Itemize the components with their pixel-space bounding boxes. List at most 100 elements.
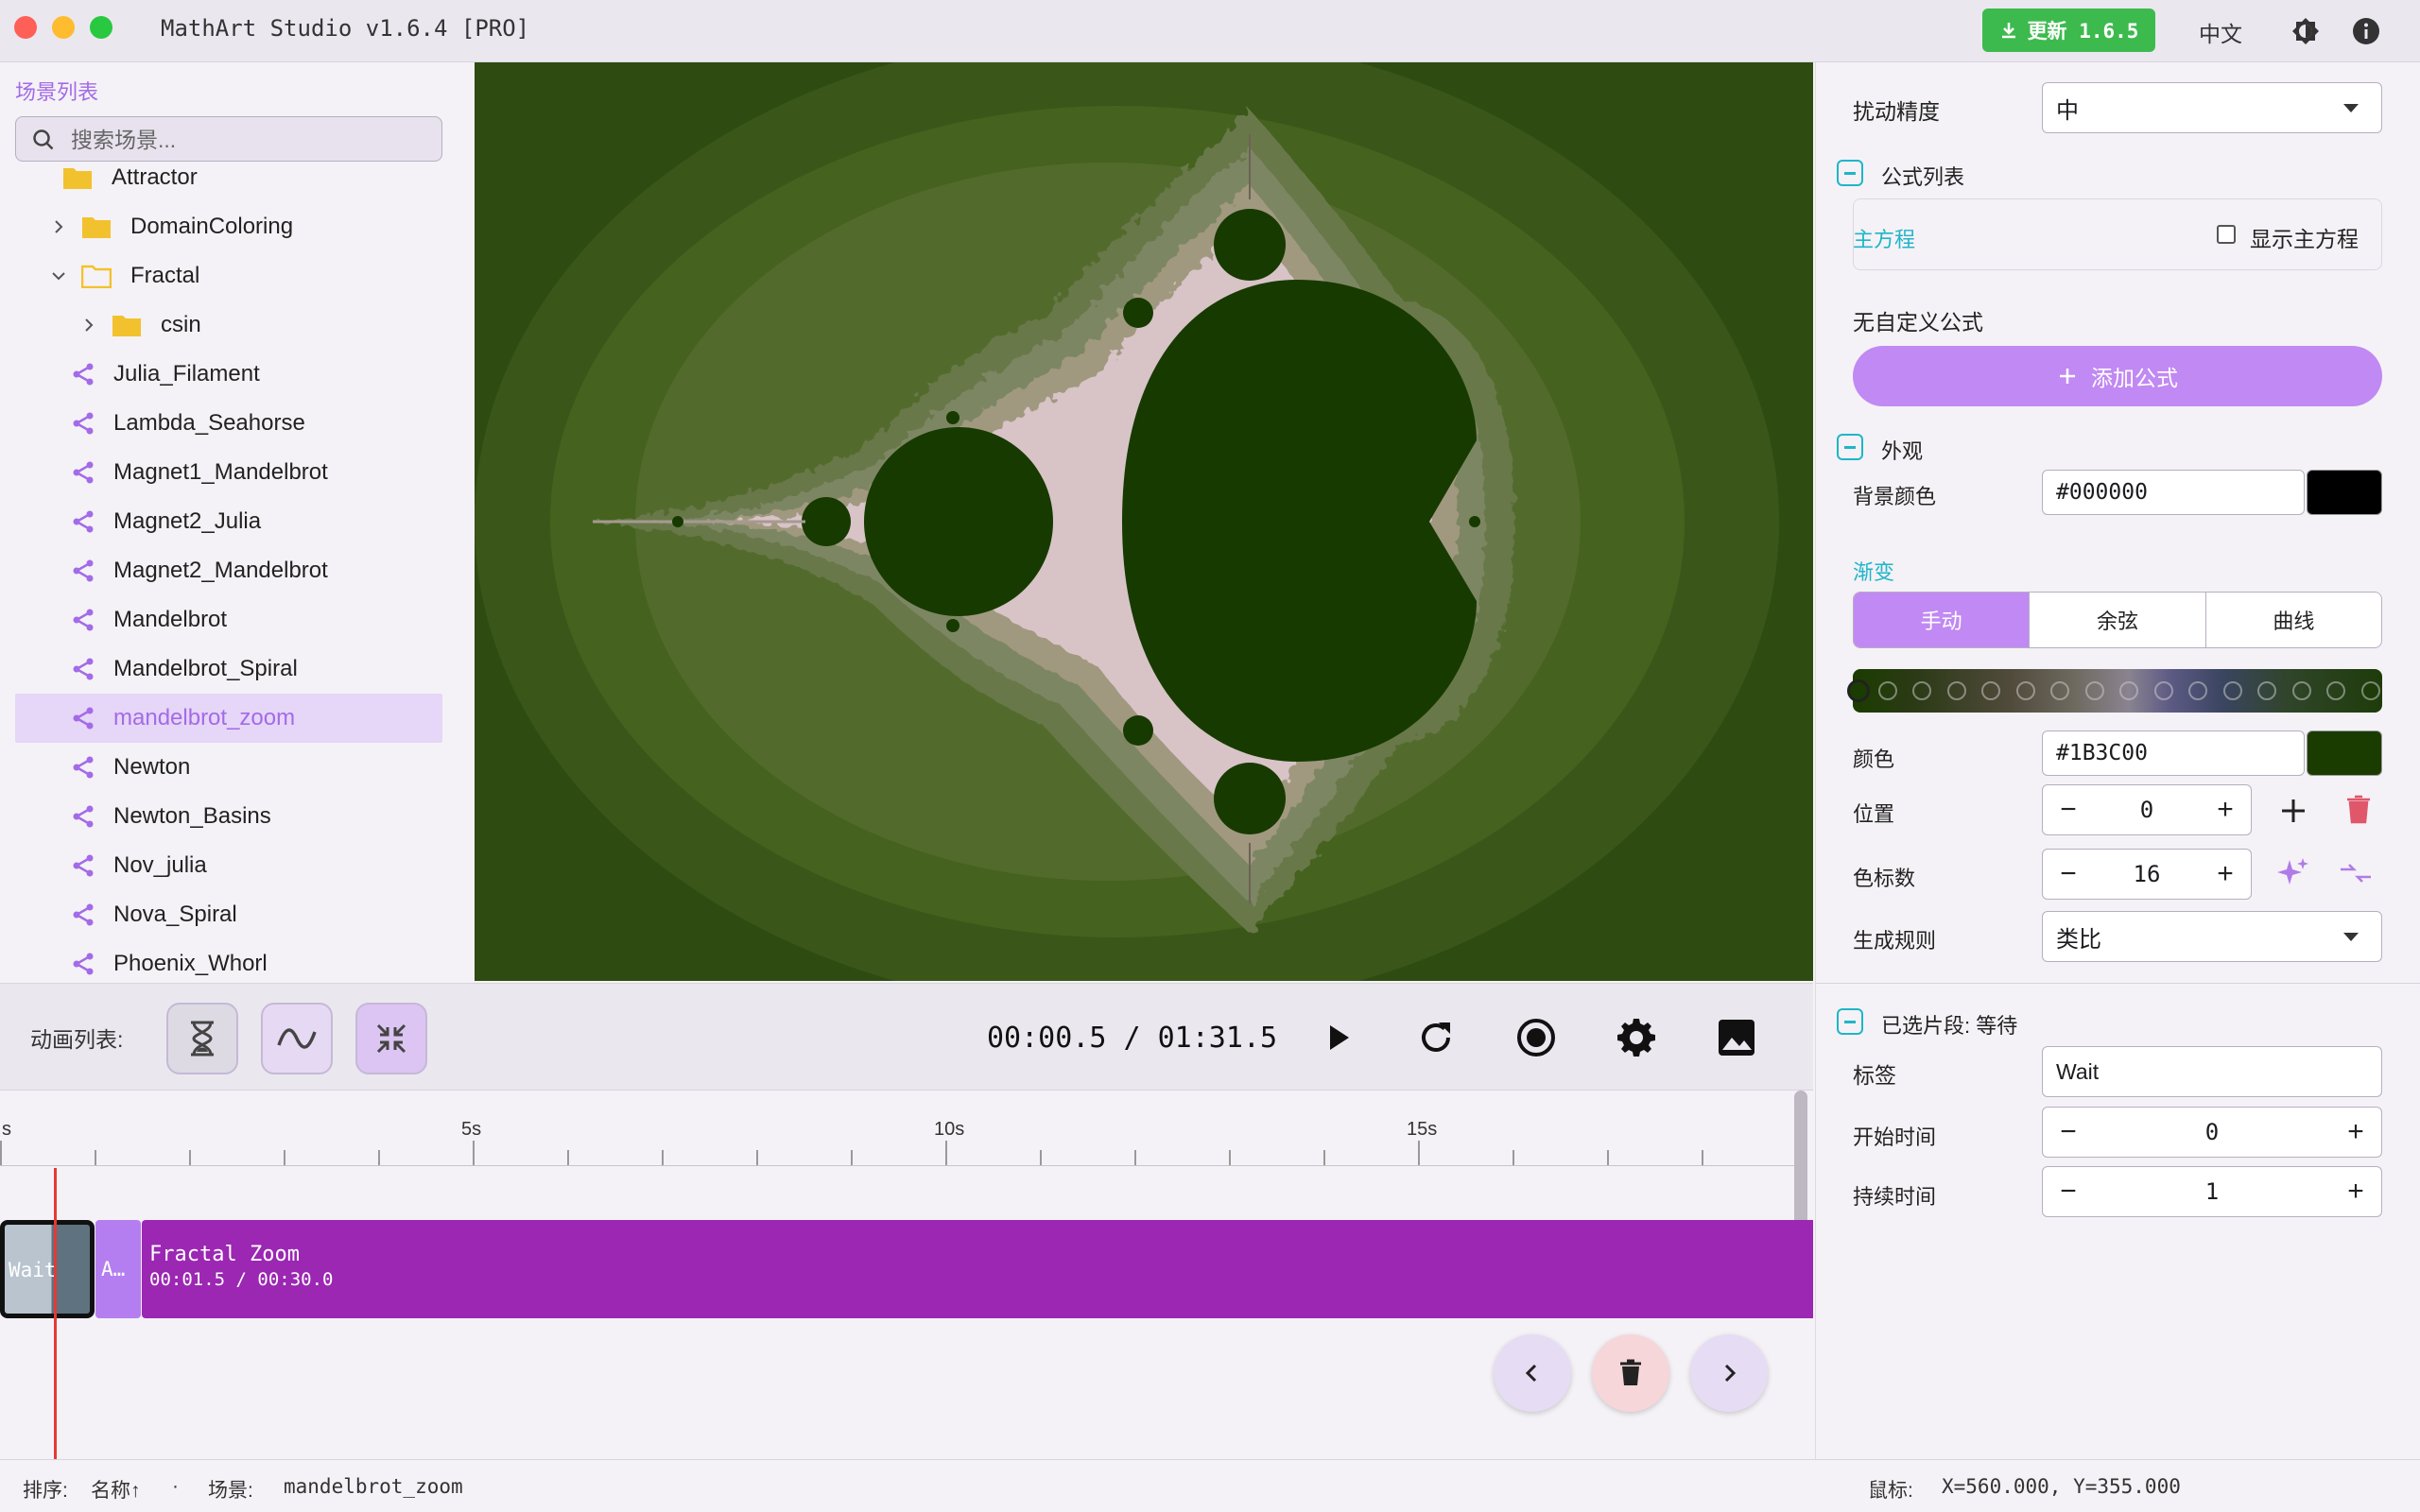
tree-scene-item[interactable]: Newton: [15, 743, 442, 792]
theme-toggle-icon[interactable]: [2290, 15, 2322, 47]
add-stop-icon[interactable]: [2278, 796, 2308, 826]
duration-stepper: − 1 +: [2042, 1166, 2382, 1217]
settings-gear-icon[interactable]: [1615, 1016, 1658, 1059]
clip-animation-short[interactable]: A…: [95, 1220, 141, 1318]
clip-fractal-zoom[interactable]: Fractal Zoom 00:01.5 / 00:30.0: [142, 1220, 1813, 1318]
clip-wait[interactable]: Wait: [0, 1220, 95, 1318]
duration-decrement-button[interactable]: −: [2043, 1167, 2094, 1216]
show-main-equation-checkbox[interactable]: [2217, 225, 2236, 244]
tree-folder-domaincoloring[interactable]: DomainColoring: [15, 202, 442, 251]
gradient-stop-handle[interactable]: [2222, 681, 2242, 700]
tree-scene-item[interactable]: Nov_julia: [15, 841, 442, 890]
tree-scene-item[interactable]: Magnet2_Julia: [15, 497, 442, 546]
main-equation-label[interactable]: 主方程: [1853, 223, 1915, 253]
position-increment-button[interactable]: +: [2200, 785, 2251, 834]
gradient-stop-handle[interactable]: [1912, 681, 1932, 700]
gradient-stop-handle[interactable]: [1946, 681, 1966, 700]
tree-folder-csin[interactable]: csin: [15, 301, 442, 350]
gradient-stop-handle[interactable]: [1877, 681, 1897, 700]
record-icon[interactable]: [1514, 1016, 1558, 1059]
bg-color-swatch[interactable]: [2307, 470, 2382, 515]
playhead[interactable]: [54, 1168, 57, 1459]
fractal-preview-canvas[interactable]: [475, 62, 1813, 981]
generation-rule-label: 生成规则: [1853, 929, 1937, 953]
stop-count-increment-button[interactable]: +: [2200, 850, 2251, 899]
stop-count-decrement-button[interactable]: −: [2043, 850, 2094, 899]
image-export-icon[interactable]: [1715, 1016, 1758, 1059]
gradient-stop-handle[interactable]: [2084, 681, 2104, 700]
gradient-stop-handle[interactable]: [1981, 681, 2001, 700]
zoom-animation-button[interactable]: [355, 1003, 427, 1074]
gradient-mode-curve[interactable]: 曲线: [2206, 593, 2381, 647]
gradient-stop-handle[interactable]: [2015, 681, 2035, 700]
chevron-right-icon[interactable]: [78, 314, 100, 336]
tree-scene-item[interactable]: Julia_Filament: [15, 350, 442, 399]
stop-color-swatch[interactable]: [2307, 730, 2382, 776]
tree-scene-item[interactable]: Magnet1_Mandelbrot: [15, 448, 442, 497]
tree-folder-attractor[interactable]: Attractor: [15, 153, 442, 202]
gradient-mode-cosine[interactable]: 余弦: [2030, 593, 2206, 647]
sort-value[interactable]: 名称↑: [91, 1475, 141, 1503]
next-clip-button[interactable]: [1690, 1334, 1768, 1412]
tree-scene-item[interactable]: Lambda_Seahorse: [15, 399, 442, 448]
delete-clip-button[interactable]: [1592, 1334, 1669, 1412]
play-icon[interactable]: [1316, 1016, 1359, 1059]
tree-scene-item[interactable]: Phoenix_Whorl: [15, 939, 442, 983]
start-time-decrement-button[interactable]: −: [2043, 1108, 2094, 1157]
sparkle-generate-icon[interactable]: [2276, 856, 2310, 890]
gradient-stop-handle[interactable]: [2050, 681, 2070, 700]
duration-increment-button[interactable]: +: [2330, 1167, 2381, 1216]
gradient-stop-handle[interactable]: [2257, 681, 2277, 700]
gradient-stop-handle[interactable]: [1847, 679, 1870, 702]
bg-color-input[interactable]: #000000: [2042, 470, 2305, 515]
gradient-stop-handle[interactable]: [2361, 681, 2380, 700]
gradient-stop-handle[interactable]: [2153, 681, 2173, 700]
gradient-stop-handle[interactable]: [2291, 681, 2311, 700]
generation-rule-select[interactable]: 类比: [2042, 911, 2382, 962]
curve-animation-button[interactable]: [261, 1003, 333, 1074]
gradient-stop-handle[interactable]: [2119, 681, 2139, 700]
collapse-formula-section-icon[interactable]: [1837, 160, 1863, 186]
tree-scene-item[interactable]: Nova_Spiral: [15, 890, 442, 939]
search-input[interactable]: [71, 125, 430, 155]
tree-scene-item[interactable]: mandelbrot_zoom: [15, 694, 442, 743]
start-time-increment-button[interactable]: +: [2330, 1108, 2381, 1157]
ruler-tick: [945, 1141, 947, 1165]
wait-animation-button[interactable]: [166, 1003, 238, 1074]
ruler-label: 5s: [461, 1119, 482, 1140]
update-button[interactable]: 更新 1.6.5: [1982, 9, 2155, 52]
tree-scene-item[interactable]: Mandelbrot_Spiral: [15, 644, 442, 694]
add-formula-button[interactable]: 添加公式: [1853, 346, 2382, 406]
collapse-selected-clip-icon[interactable]: [1837, 1008, 1863, 1035]
info-icon[interactable]: [2350, 15, 2382, 47]
chevron-down-icon[interactable]: [47, 265, 70, 287]
language-switch[interactable]: 中文: [2199, 16, 2242, 48]
tree-folder-fractal[interactable]: Fractal: [15, 251, 442, 301]
restart-icon[interactable]: [1414, 1016, 1458, 1059]
gradient-stop-handle[interactable]: [2188, 681, 2208, 700]
previous-clip-button[interactable]: [1494, 1334, 1571, 1412]
chevron-right-icon[interactable]: [47, 215, 70, 238]
perturbation-select[interactable]: 中: [2042, 82, 2382, 133]
stop-color-input[interactable]: #1B3C00: [2042, 730, 2305, 776]
delete-stop-icon[interactable]: [2344, 794, 2373, 824]
tree-label: Attractor: [112, 164, 198, 190]
gradient-editor-bar[interactable]: [1847, 669, 2382, 713]
tree-scene-item[interactable]: Mandelbrot: [15, 595, 442, 644]
maximize-window-button[interactable]: [90, 16, 112, 39]
tree-scene-item[interactable]: Magnet2_Mandelbrot: [15, 546, 442, 595]
ruler-label: 15s: [1407, 1119, 1438, 1140]
chevron-down-icon: [2343, 933, 2359, 941]
minimize-window-button[interactable]: [52, 16, 75, 39]
tree-label: mandelbrot_zoom: [113, 705, 296, 730]
ruler-label: s: [2, 1119, 11, 1140]
compress-stops-icon[interactable]: [2339, 858, 2373, 888]
collapse-appearance-section-icon[interactable]: [1837, 434, 1863, 460]
gradient-mode-manual[interactable]: 手动: [1854, 593, 2031, 647]
gradient-stop-handle[interactable]: [2326, 681, 2346, 700]
close-window-button[interactable]: [14, 16, 37, 39]
time-ruler[interactable]: s 5s 10s 15s: [0, 1091, 1798, 1166]
position-decrement-button[interactable]: −: [2043, 785, 2094, 834]
tag-input[interactable]: Wait: [2042, 1046, 2382, 1097]
tree-scene-item[interactable]: Newton_Basins: [15, 792, 442, 841]
